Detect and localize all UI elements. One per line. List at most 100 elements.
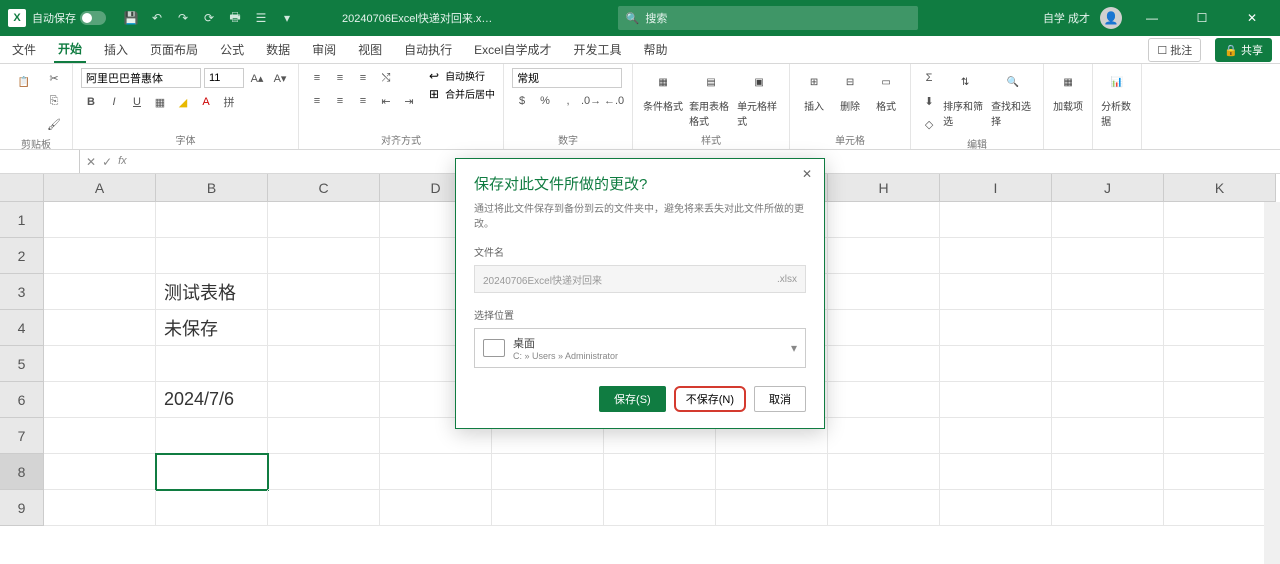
search-input[interactable]: 🔍 搜索 bbox=[618, 6, 918, 30]
col-header[interactable]: K bbox=[1164, 174, 1276, 202]
comma-icon[interactable]: , bbox=[558, 91, 578, 111]
comments-button[interactable]: ☐ 批注 bbox=[1148, 38, 1201, 62]
tab-insert[interactable]: 插入 bbox=[100, 37, 132, 62]
tab-data[interactable]: 数据 bbox=[262, 37, 294, 62]
clear-icon[interactable]: ◇ bbox=[919, 114, 939, 134]
col-header[interactable]: J bbox=[1052, 174, 1164, 202]
indent-dec-icon[interactable]: ⇤ bbox=[376, 91, 396, 111]
tab-view[interactable]: 视图 bbox=[354, 37, 386, 62]
tab-layout[interactable]: 页面布局 bbox=[146, 37, 202, 62]
cut-icon[interactable]: ✂ bbox=[44, 68, 64, 88]
align-right-icon[interactable]: ≡ bbox=[353, 91, 373, 111]
user-avatar-icon[interactable]: 👤 bbox=[1100, 7, 1122, 29]
addins-button[interactable]: ▦加载项 bbox=[1052, 68, 1084, 113]
wrap-text-button[interactable]: ↩自动换行 bbox=[429, 68, 495, 83]
merge-button[interactable]: ⊞合并后居中 bbox=[429, 86, 495, 101]
tab-formulas[interactable]: 公式 bbox=[216, 37, 248, 62]
copy-icon[interactable]: ⎘ bbox=[44, 91, 64, 111]
save-button[interactable]: 保存(S) bbox=[599, 386, 666, 412]
border-icon[interactable]: ▦ bbox=[150, 92, 170, 112]
filename-input[interactable]: 20240706Excel快递对回来 .xlsx bbox=[474, 265, 806, 293]
align-bottom-icon[interactable]: ≡ bbox=[353, 68, 373, 88]
increase-font-icon[interactable]: A▴ bbox=[247, 68, 267, 88]
col-header[interactable]: I bbox=[940, 174, 1052, 202]
cell-b3[interactable]: 测试表格 bbox=[156, 274, 268, 310]
cell-b8-selected[interactable] bbox=[156, 454, 268, 490]
fill-color-icon[interactable]: ◢ bbox=[173, 92, 193, 112]
row-header[interactable]: 4 bbox=[0, 310, 44, 346]
redo-icon[interactable]: ↷ bbox=[174, 9, 192, 27]
col-header[interactable]: H bbox=[828, 174, 940, 202]
col-header[interactable]: B bbox=[156, 174, 268, 202]
dec-decimal-icon[interactable]: ←.0 bbox=[604, 91, 624, 111]
refresh-icon[interactable]: ⟳ bbox=[200, 9, 218, 27]
row-header[interactable]: 2 bbox=[0, 238, 44, 274]
format-cells-button[interactable]: ▭格式 bbox=[870, 68, 902, 113]
align-center-icon[interactable]: ≡ bbox=[330, 91, 350, 111]
align-left-icon[interactable]: ≡ bbox=[307, 91, 327, 111]
indent-inc-icon[interactable]: ⇥ bbox=[399, 91, 419, 111]
dont-save-button[interactable]: 不保存(N) bbox=[674, 386, 746, 412]
cell-b4[interactable]: 未保存 bbox=[156, 310, 268, 346]
orientation-icon[interactable]: ⤭ bbox=[376, 68, 396, 88]
autosave-toggle[interactable]: 自动保存 bbox=[32, 10, 106, 26]
delete-cells-button[interactable]: ⊟删除 bbox=[834, 68, 866, 113]
autosum-icon[interactable]: Σ bbox=[919, 68, 939, 88]
cell-b6[interactable]: 2024/7/6 bbox=[156, 382, 268, 418]
tab-selfstudy[interactable]: Excel自学成才 bbox=[470, 37, 555, 62]
currency-icon[interactable]: $ bbox=[512, 91, 532, 111]
row-header[interactable]: 5 bbox=[0, 346, 44, 382]
row-header[interactable]: 9 bbox=[0, 490, 44, 526]
align-middle-icon[interactable]: ≡ bbox=[330, 68, 350, 88]
fill-icon[interactable]: ⬇ bbox=[919, 91, 939, 111]
cond-format-button[interactable]: ▦条件格式 bbox=[641, 68, 685, 113]
font-color-icon[interactable]: A bbox=[196, 92, 216, 112]
close-window-button[interactable]: ✕ bbox=[1232, 3, 1272, 33]
cell-styles-button[interactable]: ▣单元格样式 bbox=[737, 68, 781, 128]
find-select-button[interactable]: 🔍查找和选择 bbox=[991, 68, 1035, 128]
sort-filter-button[interactable]: ⇅排序和筛选 bbox=[943, 68, 987, 128]
fx-icon[interactable]: fx bbox=[118, 155, 127, 169]
row-header[interactable]: 6 bbox=[0, 382, 44, 418]
print-icon[interactable]: 🖶 bbox=[226, 9, 244, 27]
touch-icon[interactable]: ☰ bbox=[252, 9, 270, 27]
more-icon[interactable]: ▾ bbox=[278, 9, 296, 27]
row-header[interactable]: 7 bbox=[0, 418, 44, 454]
tab-dev[interactable]: 开发工具 bbox=[570, 37, 626, 62]
tab-file[interactable]: 文件 bbox=[8, 37, 40, 62]
insert-cells-button[interactable]: ⊞插入 bbox=[798, 68, 830, 113]
minimize-button[interactable]: — bbox=[1132, 3, 1172, 33]
italic-icon[interactable]: I bbox=[104, 92, 124, 112]
select-all-corner[interactable] bbox=[0, 174, 44, 202]
row-header[interactable]: 3 bbox=[0, 274, 44, 310]
share-button[interactable]: 🔒 共享 bbox=[1215, 38, 1272, 62]
phonetic-icon[interactable]: 拼 bbox=[219, 92, 239, 112]
dialog-close-button[interactable]: ✕ bbox=[796, 163, 818, 185]
paste-button[interactable]: 📋 bbox=[8, 68, 40, 96]
undo-icon[interactable]: ↶ bbox=[148, 9, 166, 27]
font-name-combo[interactable]: 阿里巴巴普惠体 bbox=[81, 68, 201, 88]
location-picker[interactable]: 桌面 C: » Users » Administrator ▾ bbox=[474, 328, 806, 368]
maximize-button[interactable]: ☐ bbox=[1182, 3, 1222, 33]
font-size-combo[interactable]: 11 bbox=[204, 68, 244, 88]
cancel-formula-icon[interactable]: ✕ bbox=[86, 155, 96, 169]
row-header[interactable]: 8 bbox=[0, 454, 44, 490]
percent-icon[interactable]: % bbox=[535, 91, 555, 111]
tab-automate[interactable]: 自动执行 bbox=[400, 37, 456, 62]
bold-icon[interactable]: B bbox=[81, 92, 101, 112]
tab-home[interactable]: 开始 bbox=[54, 36, 86, 63]
row-header[interactable]: 1 bbox=[0, 202, 44, 238]
save-icon[interactable]: 💾 bbox=[122, 9, 140, 27]
format-painter-icon[interactable]: 🖌 bbox=[44, 114, 64, 134]
enter-formula-icon[interactable]: ✓ bbox=[102, 155, 112, 169]
cancel-button[interactable]: 取消 bbox=[754, 386, 806, 412]
tab-help[interactable]: 帮助 bbox=[640, 37, 672, 62]
col-header[interactable]: A bbox=[44, 174, 156, 202]
decrease-font-icon[interactable]: A▾ bbox=[270, 68, 290, 88]
number-format-combo[interactable]: 常规 bbox=[512, 68, 622, 88]
name-box[interactable] bbox=[0, 150, 80, 173]
col-header[interactable]: C bbox=[268, 174, 380, 202]
tab-review[interactable]: 审阅 bbox=[308, 37, 340, 62]
table-format-button[interactable]: ▤套用表格格式 bbox=[689, 68, 733, 128]
inc-decimal-icon[interactable]: .0→ bbox=[581, 91, 601, 111]
